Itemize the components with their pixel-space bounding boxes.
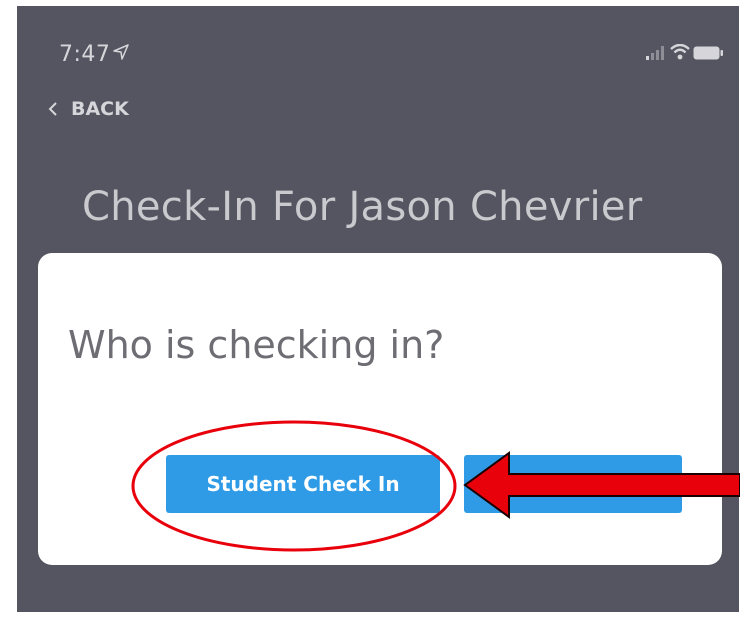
chevron-left-icon (48, 102, 57, 116)
nav-bar: BACK (17, 92, 739, 132)
wifi-icon (670, 44, 690, 60)
page-title: Check-In For Jason Chevrier (82, 184, 643, 230)
status-bar: 7:47 (17, 6, 739, 67)
back-label: BACK (71, 98, 129, 120)
dialog-question: Who is checking in? (68, 323, 445, 367)
check-in-dialog: Who is checking in? Student Check In (38, 253, 722, 565)
battery-icon (693, 46, 723, 60)
status-time: 7:47 (59, 42, 111, 67)
back-button[interactable]: BACK (47, 98, 129, 120)
phone-screen: 7:47 BACK Check-In For Jason Chevrier Wh… (17, 6, 739, 612)
location-arrow-icon (113, 44, 129, 60)
signal-icon (646, 46, 664, 60)
other-check-in-button[interactable] (464, 455, 682, 513)
student-check-in-button[interactable]: Student Check In (166, 455, 440, 513)
